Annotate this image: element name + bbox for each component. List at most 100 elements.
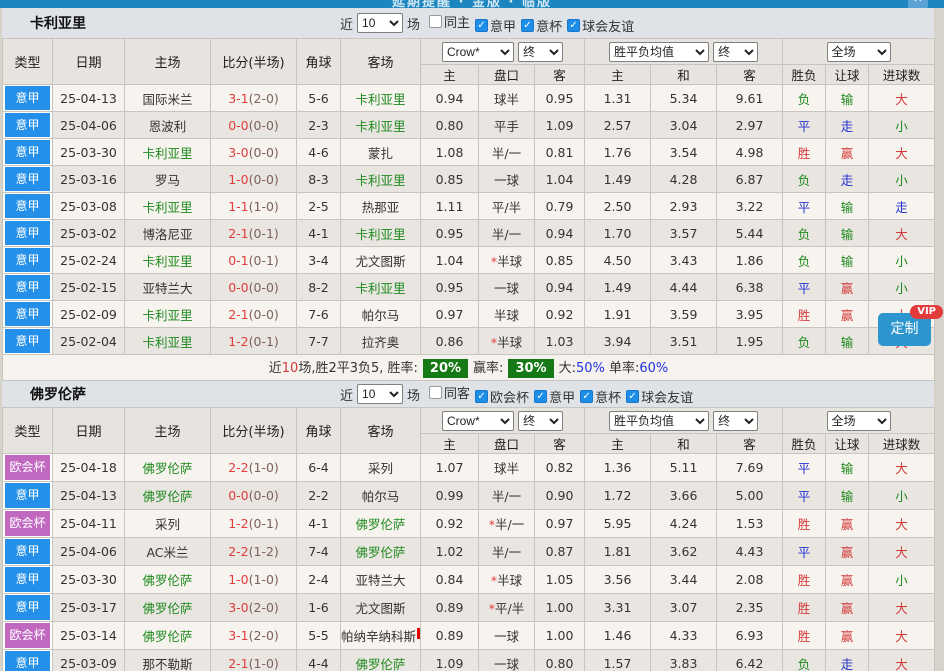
corners: 3-4 bbox=[297, 247, 341, 274]
corners: 2-3 bbox=[297, 112, 341, 139]
col-goals: 进球数 bbox=[869, 434, 935, 454]
odds-away: 0.97 bbox=[535, 510, 585, 538]
result-handicap: 赢 bbox=[826, 622, 869, 650]
result-handicap: 输 bbox=[826, 220, 869, 247]
away-team[interactable]: 采列 bbox=[341, 454, 421, 482]
league-filter-checkbox[interactable]: 同主 bbox=[429, 12, 470, 31]
match-row: 意甲25-03-02博洛尼亚2-1(0-1)4-1卡利亚里0.95半/一0.94… bbox=[3, 220, 935, 247]
result-wdl: 负 bbox=[783, 166, 826, 193]
avg-draw: 4.24 bbox=[651, 510, 717, 538]
avg-type-select[interactable]: 胜平负均值 bbox=[609, 42, 709, 62]
home-team[interactable]: 卡利亚里 bbox=[125, 139, 211, 166]
score: 3-0(0-0) bbox=[211, 139, 297, 166]
away-team[interactable]: 蒙扎 bbox=[341, 139, 421, 166]
league-filter-checkbox[interactable]: ✓球会友谊 bbox=[626, 387, 693, 406]
section-header: 卡利亚里 近 10 场 同主✓意甲✓意杯✓球会友谊 bbox=[2, 8, 934, 38]
away-team[interactable]: 拉齐奥 bbox=[341, 328, 421, 355]
recent-count-select[interactable]: 10 bbox=[357, 384, 403, 404]
avg-final-select[interactable]: 终 bbox=[713, 42, 758, 62]
home-team[interactable]: 卡利亚里 bbox=[125, 328, 211, 355]
league-filter-checkbox[interactable]: ✓意杯 bbox=[521, 16, 562, 35]
avg-final-select[interactable]: 终 bbox=[713, 411, 758, 431]
home-team[interactable]: 卡利亚里 bbox=[125, 247, 211, 274]
odds-away: 1.00 bbox=[535, 594, 585, 622]
away-team[interactable]: 帕纳辛纳科斯1 bbox=[341, 622, 421, 650]
away-team[interactable]: 卡利亚里 bbox=[341, 85, 421, 112]
home-team[interactable]: 国际米兰 bbox=[125, 85, 211, 112]
away-team[interactable]: 热那亚 bbox=[341, 193, 421, 220]
home-team[interactable]: 那不勒斯 bbox=[125, 650, 211, 671]
away-team[interactable]: 佛罗伦萨 bbox=[341, 538, 421, 566]
away-team[interactable]: 尤文图斯 bbox=[341, 594, 421, 622]
col-wdl: 胜负 bbox=[783, 65, 826, 85]
league-filter-checkbox[interactable]: ✓欧会杯 bbox=[475, 387, 529, 406]
result-handicap: 赢 bbox=[826, 566, 869, 594]
match-row: 意甲25-02-15亚特兰大0-0(0-0)8-2卡利亚里0.95一球0.941… bbox=[3, 274, 935, 301]
home-team[interactable]: 亚特兰大 bbox=[125, 274, 211, 301]
match-date: 25-03-16 bbox=[53, 166, 125, 193]
match-date: 25-03-09 bbox=[53, 650, 125, 671]
home-team[interactable]: AC米兰 bbox=[125, 538, 211, 566]
away-team[interactable]: 卡利亚里 bbox=[341, 220, 421, 247]
home-team[interactable]: 佛罗伦萨 bbox=[125, 622, 211, 650]
odds-source-select[interactable]: Crow* bbox=[442, 42, 514, 62]
match-row: 意甲25-03-08卡利亚里1-1(1-0)2-5热那亚1.11平/半0.792… bbox=[3, 193, 935, 220]
result-goals: 大 bbox=[869, 650, 935, 671]
league-badge: 意甲 bbox=[3, 220, 53, 247]
league-filter-checkbox[interactable]: ✓意杯 bbox=[580, 387, 621, 406]
away-team[interactable]: 帕尔马 bbox=[341, 482, 421, 510]
home-team[interactable]: 佛罗伦萨 bbox=[125, 454, 211, 482]
checked-checkbox-icon: ✓ bbox=[521, 19, 534, 32]
result-handicap: 输 bbox=[826, 85, 869, 112]
league-filter-checkbox[interactable]: ✓意甲 bbox=[534, 387, 575, 406]
col-avg-home: 主 bbox=[585, 65, 651, 85]
league-filter-checkbox[interactable]: ✓球会友谊 bbox=[567, 16, 634, 35]
stats-panel: 卡利亚里 近 10 场 同主✓意甲✓意杯✓球会友谊 类型 日期 主场 比分(半场… bbox=[2, 8, 934, 671]
away-team[interactable]: 亚特兰大 bbox=[341, 566, 421, 594]
handicap: 半球 bbox=[479, 301, 535, 328]
home-team[interactable]: 佛罗伦萨 bbox=[125, 566, 211, 594]
home-team[interactable]: 卡利亚里 bbox=[125, 301, 211, 328]
matches-label: 场 bbox=[407, 385, 420, 404]
result-goals: 大 bbox=[869, 510, 935, 538]
result-goals: 大 bbox=[869, 538, 935, 566]
checkbox-label: 欧会杯 bbox=[490, 387, 529, 406]
odds-home: 0.92 bbox=[421, 510, 479, 538]
away-team[interactable]: 卡利亚里 bbox=[341, 112, 421, 139]
handicap: 一球 bbox=[479, 650, 535, 671]
home-team[interactable]: 卡利亚里 bbox=[125, 193, 211, 220]
result-wdl: 胜 bbox=[783, 566, 826, 594]
away-team[interactable]: 佛罗伦萨 bbox=[341, 510, 421, 538]
away-team[interactable]: 卡利亚里 bbox=[341, 166, 421, 193]
league-filter-checkbox[interactable]: 同客 bbox=[429, 383, 470, 402]
odds-source-select[interactable]: Crow* bbox=[442, 411, 514, 431]
home-team[interactable]: 采列 bbox=[125, 510, 211, 538]
customize-button[interactable]: 定制 VIP bbox=[878, 313, 931, 346]
odds-home: 0.95 bbox=[421, 220, 479, 247]
away-team[interactable]: 卡利亚里 bbox=[341, 274, 421, 301]
home-team[interactable]: 佛罗伦萨 bbox=[125, 482, 211, 510]
scope-select[interactable]: 全场 bbox=[827, 42, 891, 62]
home-team[interactable]: 罗马 bbox=[125, 166, 211, 193]
league-badge: 意甲 bbox=[3, 193, 53, 220]
home-team[interactable]: 佛罗伦萨 bbox=[125, 594, 211, 622]
odds-final-select[interactable]: 终 bbox=[518, 411, 563, 431]
odds-final-select[interactable]: 终 bbox=[518, 42, 563, 62]
away-team[interactable]: 佛罗伦萨 bbox=[341, 650, 421, 671]
away-team[interactable]: 尤文图斯 bbox=[341, 247, 421, 274]
result-goals: 小 bbox=[869, 247, 935, 274]
scope-select[interactable]: 全场 bbox=[827, 411, 891, 431]
corners: 8-2 bbox=[297, 274, 341, 301]
recent-count-select[interactable]: 10 bbox=[357, 13, 403, 33]
handicap: *半球 bbox=[479, 328, 535, 355]
home-team[interactable]: 恩波利 bbox=[125, 112, 211, 139]
checkbox-label: 意甲 bbox=[490, 16, 516, 35]
avg-type-select[interactable]: 胜平负均值 bbox=[609, 411, 709, 431]
away-team[interactable]: 帕尔马 bbox=[341, 301, 421, 328]
home-team[interactable]: 博洛尼亚 bbox=[125, 220, 211, 247]
avg-away: 9.61 bbox=[717, 85, 783, 112]
league-filter-checkbox[interactable]: ✓意甲 bbox=[475, 16, 516, 35]
col-avg-away: 客 bbox=[717, 434, 783, 454]
league-badge: 意甲 bbox=[3, 247, 53, 274]
close-icon[interactable]: ✕ bbox=[908, 0, 928, 8]
